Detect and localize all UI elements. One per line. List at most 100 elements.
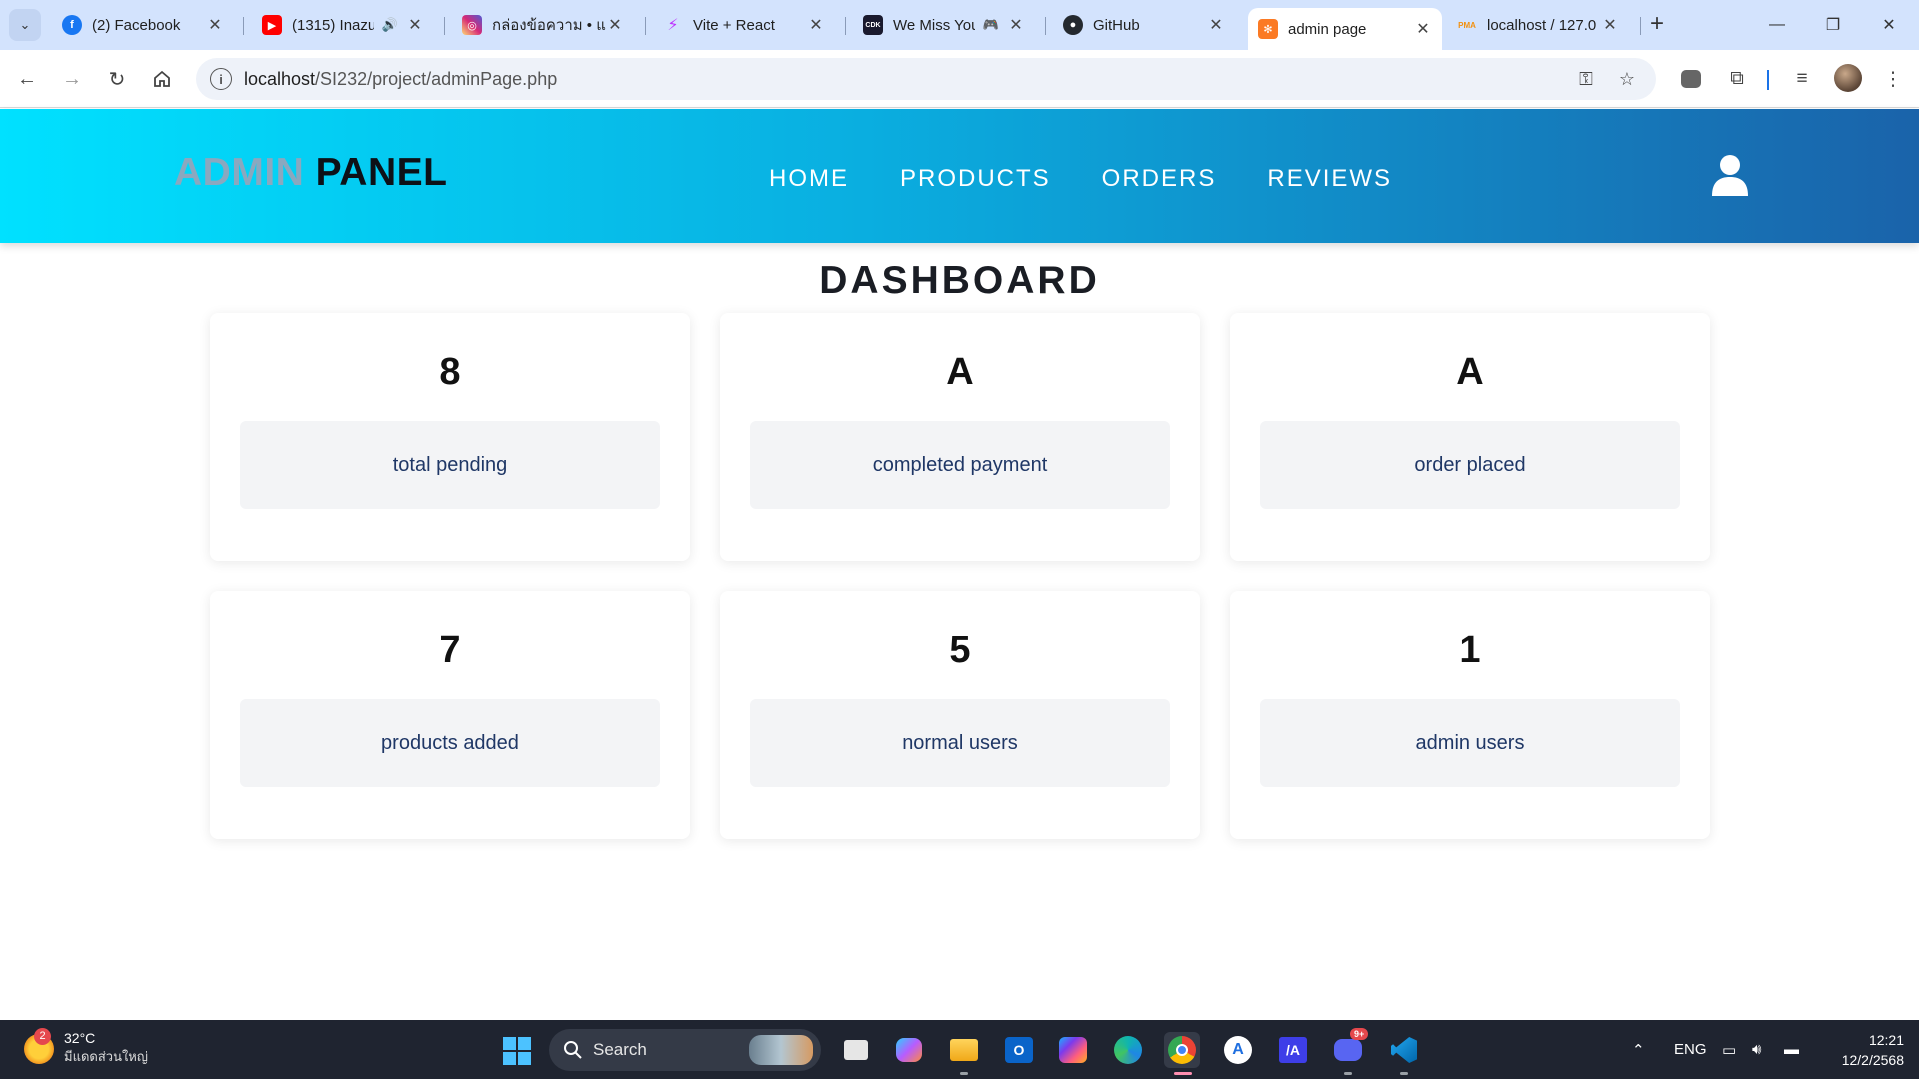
close-tab-icon[interactable]: ✕ [807,15,825,35]
windows-logo-icon [503,1052,516,1065]
nav-reviews[interactable]: REVIEWS [1267,165,1392,193]
stat-label[interactable]: total pending [240,421,660,509]
back-button[interactable]: ← [10,62,44,96]
tab-github[interactable]: ● GitHub ✕ [1053,8,1235,42]
sun-icon: 2 [24,1027,54,1064]
close-window-button[interactable]: ✕ [1861,8,1917,42]
instagram-icon: ◎ [462,15,482,35]
more-vert-icon: ⋮ [1883,68,1903,90]
address-bar[interactable]: i localhost/SI232/project/adminPage.php … [196,58,1656,100]
tab-title: We Miss You [893,16,975,34]
task-view-icon[interactable] [838,1032,874,1068]
outlook-icon[interactable]: O [1001,1032,1037,1068]
nav-orders[interactable]: ORDERS [1102,165,1217,193]
reload-button[interactable]: ↻ [100,62,134,96]
taskbar-clock[interactable]: 12:21 12/2/2568 [1814,1030,1904,1070]
profile-avatar[interactable] [1834,64,1862,92]
user-icon[interactable] [1711,154,1749,196]
tab-we-miss-you[interactable]: CDK We Miss You 🎮 ✕ [853,8,1035,42]
app-running-indicator [1344,1072,1352,1075]
stat-card-order-placed: A order placed [1230,313,1710,561]
close-tab-icon[interactable]: ✕ [1207,15,1225,35]
vscode-icon[interactable] [1386,1032,1422,1068]
home-button[interactable] [145,62,179,96]
stat-label[interactable]: normal users [750,699,1170,787]
edge-icon[interactable] [1110,1032,1146,1068]
visual-studio-icon[interactable]: /A [1275,1032,1311,1068]
tab-youtube[interactable]: ▶ (1315) Inazuma 🔊 ✕ [252,8,434,42]
browser-menu-button[interactable]: ⋮ [1876,62,1910,96]
restore-button[interactable]: ❐ [1805,8,1861,42]
line-extension-button[interactable] [1674,62,1708,96]
tab-title: (2) Facebook [92,16,181,34]
media-control-button[interactable]: ≡ [1785,62,1819,96]
youtube-icon: ▶ [262,15,282,35]
github-icon: ● [1063,15,1083,35]
password-key-icon[interactable]: ⚿ [1574,67,1598,91]
tab-facebook[interactable]: f (2) Facebook ✕ [52,8,234,42]
tab-phpmyadmin[interactable]: PMA localhost / 127.0 ✕ [1447,8,1629,42]
tab-divider [444,17,445,35]
url-host: localhost [244,68,316,89]
tab-divider [845,17,846,35]
volume-icon[interactable]: 🔊︎ [1752,1020,1761,1079]
close-tab-icon[interactable]: ✕ [1007,15,1025,35]
home-icon [154,70,170,87]
stat-card-normal-users: 5 normal users [720,591,1200,839]
minimize-button[interactable]: — [1749,8,1805,42]
audio-playing-icon[interactable]: 🔊 [382,17,398,33]
show-hidden-icons-button[interactable]: ⌃ [1632,1020,1645,1079]
stat-label[interactable]: products added [240,699,660,787]
app-running-indicator [1400,1072,1408,1075]
close-tab-icon[interactable]: ✕ [206,15,224,35]
tab-search-button[interactable]: ⌄ [9,9,41,41]
microsoft-365-icon[interactable] [1055,1032,1091,1068]
stat-value: 8 [439,351,461,393]
battery-icon[interactable]: ▬ [1784,1020,1799,1079]
close-tab-icon[interactable]: ✕ [1601,15,1619,35]
tab-admin-page[interactable]: ✻ admin page ✕ [1248,8,1442,50]
extensions-button[interactable]: ⧉ [1720,62,1754,96]
tab-vite[interactable]: ⚡ Vite + React ✕ [653,8,835,42]
site-info-icon[interactable]: i [210,68,232,90]
stat-label[interactable]: order placed [1260,421,1680,509]
reload-icon: ↻ [108,68,126,91]
forward-button[interactable]: → [55,62,89,96]
arrow-right-icon: → [62,67,82,90]
clock-time: 12:21 [1868,1032,1904,1048]
taskbar-search[interactable]: Search [549,1029,821,1071]
vite-icon: ⚡ [667,17,679,34]
stat-label[interactable]: admin users [1260,699,1680,787]
nav-home[interactable]: HOME [769,165,849,193]
phpmyadmin-icon: PMA [1458,20,1476,30]
discord-icon[interactable]: 9+ [1330,1028,1369,1068]
stat-value: A [1456,351,1484,393]
site-logo[interactable]: ADMIN PANEL [174,151,447,195]
nav-products[interactable]: PRODUCTS [900,165,1051,193]
windows-start-button[interactable] [503,1037,531,1065]
windows-logo-icon [518,1037,531,1050]
tab-instagram[interactable]: ◎ กล่องข้อความ • แชท ✕ [452,8,634,42]
browser-toolbar: ← → ↻ i localhost/SI232/project/adminPag… [0,50,1919,108]
stat-label[interactable]: completed payment [750,421,1170,509]
bookmark-star-icon[interactable]: ☆ [1615,67,1639,91]
close-tab-icon[interactable]: ✕ [1414,19,1432,39]
network-icon[interactable]: ▭ [1722,1020,1736,1079]
copilot-icon[interactable] [891,1032,927,1068]
close-tab-icon[interactable]: ✕ [606,15,624,35]
weather-temperature: 32°C [64,1030,96,1046]
url-path: /SI232/project/adminPage.php [315,68,558,89]
weather-widget[interactable]: 2 32°C มีแดดส่วนใหญ่ [24,1027,148,1067]
close-tab-icon[interactable]: ✕ [406,15,424,35]
input-language[interactable]: ENG [1674,1020,1707,1079]
site-header: ADMIN PANEL HOME PRODUCTS ORDERS REVIEWS [0,109,1919,243]
stat-card-total-pending: 8 total pending [210,313,690,561]
facebook-icon: f [62,15,82,35]
chrome-icon[interactable] [1164,1032,1200,1068]
chevron-up-icon: ⌃ [1632,1041,1645,1059]
tab-title: localhost / 127.0 [1487,16,1597,34]
clock-date: 12/2/2568 [1841,1052,1904,1068]
new-tab-button[interactable]: + [1650,10,1664,38]
file-explorer-icon[interactable] [946,1032,982,1068]
app-store-icon[interactable]: A [1220,1032,1256,1068]
